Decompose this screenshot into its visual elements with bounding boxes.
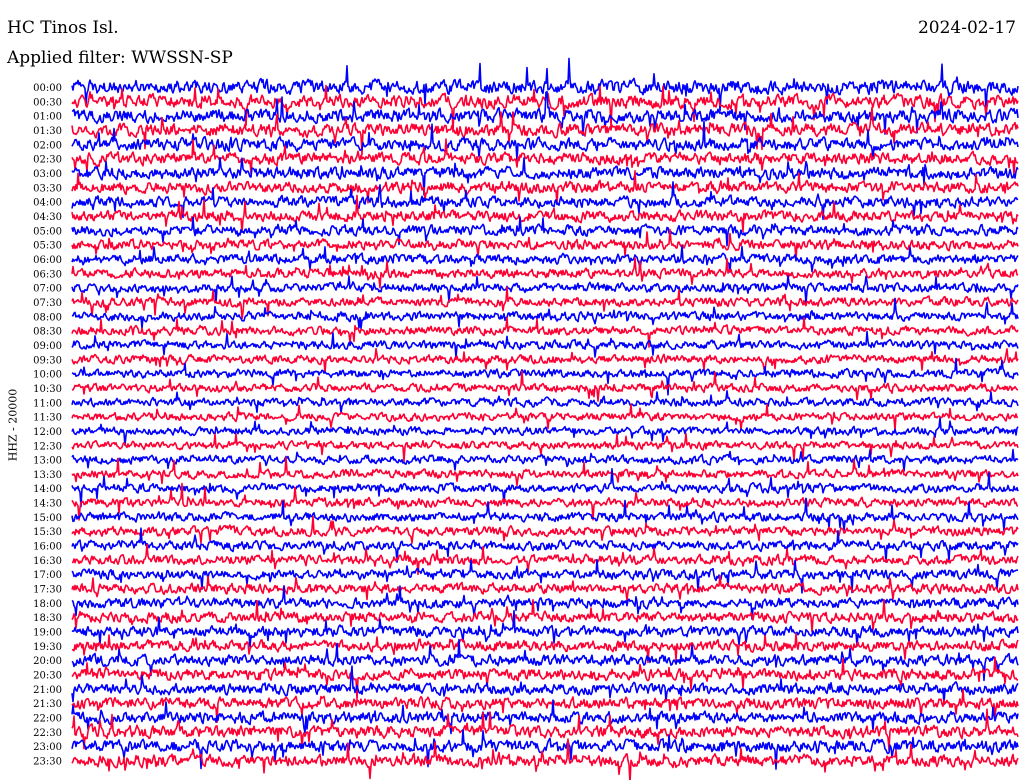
time-label: 08:00 <box>33 312 62 323</box>
trace-1530 <box>71 515 1019 544</box>
time-label: 23:00 <box>33 742 62 753</box>
time-label: 13:00 <box>33 456 62 467</box>
time-label: 08:30 <box>33 327 62 338</box>
time-label: 18:30 <box>33 613 62 624</box>
time-label: 16:00 <box>33 542 62 553</box>
time-label: 04:30 <box>33 212 62 223</box>
trace-0900 <box>71 330 1019 359</box>
time-label: 03:30 <box>33 183 62 194</box>
time-label: 13:30 <box>33 470 62 481</box>
helicorder-plot: 00:00 00:30 01:00 01:30 02:00 02:30 03:00 03:30… <box>33 57 1019 780</box>
time-label: 15:00 <box>33 513 62 524</box>
time-label: 15:30 <box>33 527 62 538</box>
time-label: 18:00 <box>33 599 62 610</box>
time-label: 10:30 <box>33 384 62 395</box>
time-label: 16:30 <box>33 556 62 567</box>
trace-1500 <box>71 497 1019 533</box>
time-label: 21:00 <box>33 685 62 696</box>
time-label: 02:00 <box>33 140 62 151</box>
time-label: 06:30 <box>33 269 62 280</box>
time-label: 09:30 <box>33 355 62 366</box>
trace-1730 <box>71 575 1019 602</box>
time-label: 04:00 <box>33 198 62 209</box>
time-label: 10:00 <box>33 370 62 381</box>
time-label: 05:30 <box>33 241 62 252</box>
time-label: 06:00 <box>33 255 62 266</box>
time-label: 11:30 <box>33 413 62 424</box>
time-label: 23:30 <box>33 757 62 768</box>
trace-1100 <box>71 390 1019 414</box>
time-label: 14:00 <box>33 484 62 495</box>
time-label: 07:30 <box>33 298 62 309</box>
time-label: 22:30 <box>33 728 62 739</box>
time-label: 09:00 <box>33 341 62 352</box>
time-label: 22:00 <box>33 714 62 725</box>
time-label: 01:30 <box>33 126 62 137</box>
time-label: 02:30 <box>33 155 62 166</box>
trace-0930 <box>71 348 1019 374</box>
time-label: 05:00 <box>33 226 62 237</box>
time-label: 03:00 <box>33 169 62 180</box>
time-label: 12:30 <box>33 441 62 452</box>
time-label: 07:00 <box>33 284 62 295</box>
trace-layer <box>71 57 1019 780</box>
trace-1130 <box>71 403 1019 431</box>
time-label-layer: 00:00 00:30 01:00 01:30 02:00 02:30 03:00 03:30… <box>33 83 62 768</box>
time-label: 11:00 <box>33 398 62 409</box>
trace-1300 <box>71 448 1019 472</box>
time-label: 17:30 <box>33 585 62 596</box>
time-label: 21:30 <box>33 699 62 710</box>
time-label: 00:00 <box>33 83 62 94</box>
time-label: 01:00 <box>33 112 62 123</box>
time-label: 19:00 <box>33 628 62 639</box>
time-label: 14:30 <box>33 499 62 510</box>
time-label: 19:30 <box>33 642 62 653</box>
trace-0500 <box>71 216 1019 247</box>
time-label: 20:30 <box>33 671 62 682</box>
time-label: 00:30 <box>33 97 62 108</box>
time-label: 20:00 <box>33 656 62 667</box>
time-label: 17:00 <box>33 570 62 581</box>
time-label: 12:00 <box>33 427 62 438</box>
